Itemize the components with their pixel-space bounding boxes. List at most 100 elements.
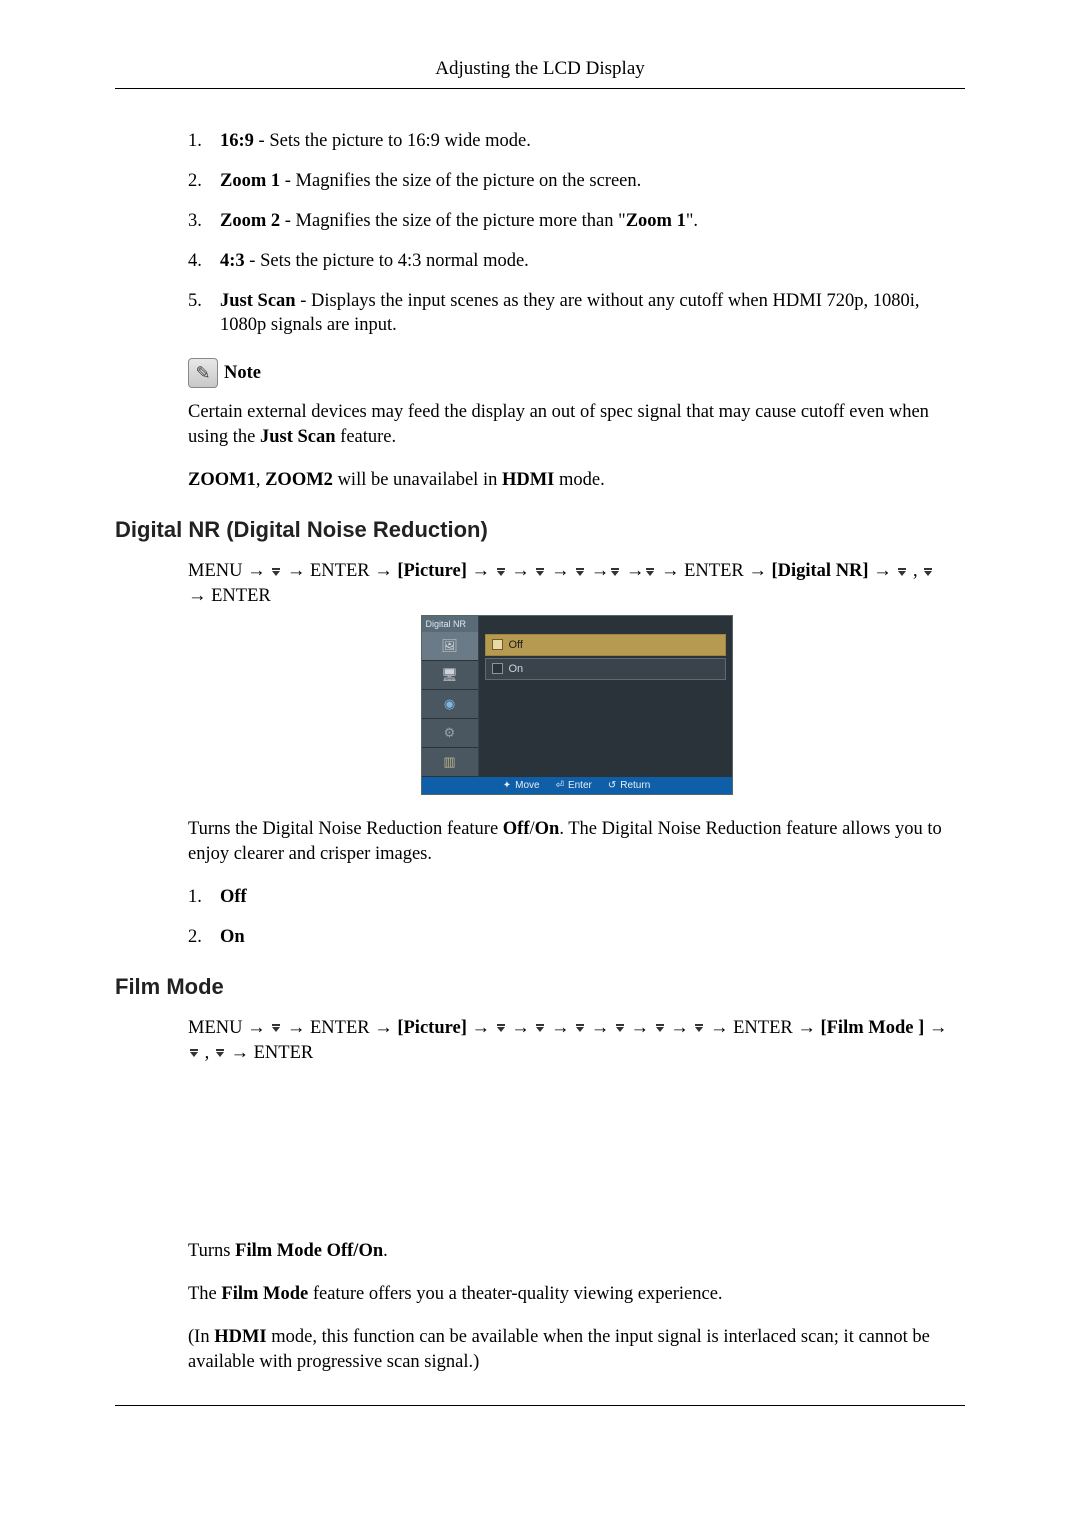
down-icon — [495, 567, 507, 577]
osd-sidebar-item-input: 🖥 — [422, 661, 478, 690]
nav-text: → — [869, 561, 897, 581]
text: feature offers you a theater-quality vie… — [308, 1284, 722, 1304]
heading-text: Film Mode — [115, 972, 224, 1002]
nav-text: → ENTER → — [705, 1018, 820, 1038]
item-number: 1. — [188, 129, 220, 154]
nav-bold: [Digital NR] — [771, 561, 868, 581]
item-body: On — [220, 925, 965, 950]
item-desc: - Sets the picture to 16:9 wide mode. — [254, 131, 531, 151]
nav-text: MENU → — [188, 561, 270, 581]
text: mode, this function can be available whe… — [188, 1327, 930, 1372]
digital-nr-nav-path: MENU → → ENTER → [Picture] → → → → → → E… — [188, 559, 965, 609]
note-paragraph-1: Certain external devices may feed the di… — [188, 400, 965, 450]
text: (In — [188, 1327, 214, 1347]
item-number: 5. — [188, 289, 220, 339]
osd-sidebar-item-sound: ◉ — [422, 690, 478, 719]
item-number: 2. — [188, 169, 220, 194]
nav-text: , — [200, 1043, 214, 1063]
film-mode-line2: The Film Mode feature offers you a theat… — [188, 1282, 965, 1307]
text-bold: Film Mode Off/On — [235, 1241, 383, 1261]
nav-text: → ENTER → — [282, 561, 397, 581]
osd-footer-return: ↺ Return — [608, 779, 650, 793]
film-mode-line1: Turns Film Mode Off/On. — [188, 1239, 965, 1264]
nav-text: → — [467, 1018, 495, 1038]
text: Move — [515, 779, 539, 793]
availability-badge-icon: A — [496, 520, 516, 540]
digital-nr-options-list: 1. Off 2. On — [188, 885, 965, 950]
item-label: 16:9 — [220, 131, 254, 151]
nav-bold: [Picture] — [397, 561, 467, 581]
list-item: 2. Zoom 1 - Magnifies the size of the pi… — [188, 169, 965, 194]
text: mode. — [554, 470, 604, 490]
digital-nr-desc: Turns the Digital Noise Reduction featur… — [188, 817, 965, 867]
text: The — [188, 1284, 221, 1304]
down-icon — [609, 567, 621, 577]
item-label: On — [220, 927, 245, 947]
down-icon — [574, 1023, 586, 1033]
list-item: 3. Zoom 2 - Magnifies the size of the pi… — [188, 209, 965, 234]
osd-option-off: Off — [485, 634, 726, 656]
osd-option-on: On — [485, 658, 726, 680]
picture-size-list: 1. 16:9 - Sets the picture to 16:9 wide … — [188, 129, 965, 339]
item-number: 3. — [188, 209, 220, 234]
text-bold: On — [535, 819, 560, 839]
item-body: Off — [220, 885, 965, 910]
down-icon — [188, 1048, 200, 1058]
item-label: Off — [220, 887, 247, 907]
nav-text: → — [924, 1018, 947, 1038]
radio-icon — [492, 639, 503, 650]
text: . — [383, 1241, 388, 1261]
text-bold: Film Mode — [221, 1284, 308, 1304]
down-icon — [654, 1023, 666, 1033]
nav-text: , — [908, 561, 922, 581]
item-label: Zoom 2 — [220, 211, 280, 231]
item-number: 1. — [188, 885, 220, 910]
osd-sidebar: Digital NR 🖼 🖥 ◉ ⚙ ▥ — [422, 616, 479, 777]
item-body: Zoom 2 - Magnifies the size of the pictu… — [220, 209, 965, 234]
note-header: ✎ Note — [188, 358, 965, 388]
down-icon — [495, 1023, 507, 1033]
nav-text: → ENTER → — [282, 1018, 397, 1038]
item-desc-pre: - Magnifies the size of the picture more… — [280, 211, 626, 231]
osd-sidebar-item-setup: ⚙ — [422, 719, 478, 748]
item-desc: - Magnifies the size of the picture on t… — [280, 171, 641, 191]
page-header-title: Adjusting the LCD Display — [115, 56, 965, 82]
list-item: 2. On — [188, 925, 965, 950]
down-icon — [270, 567, 282, 577]
footer-rule — [115, 1405, 965, 1406]
item-number: 4. — [188, 249, 220, 274]
item-desc: - Sets the picture to 4:3 normal mode. — [245, 251, 529, 271]
down-icon — [534, 567, 546, 577]
down-icon — [644, 567, 656, 577]
down-icon — [896, 567, 908, 577]
text-bold: HDMI — [214, 1327, 266, 1347]
list-item: 1. 16:9 - Sets the picture to 16:9 wide … — [188, 129, 965, 154]
header-rule — [115, 88, 965, 89]
nav-text: → — [467, 561, 495, 581]
text: Enter — [568, 779, 592, 793]
nav-text: → ENTER → — [656, 561, 771, 581]
text: Turns the Digital Noise Reduction featur… — [188, 819, 503, 839]
item-desc-bold: Zoom 1 — [626, 211, 686, 231]
item-body: 16:9 - Sets the picture to 16:9 wide mod… — [220, 129, 965, 154]
osd-placeholder-gap — [188, 1071, 965, 1239]
nav-text: → ENTER — [188, 586, 271, 606]
item-label: Just Scan — [220, 291, 296, 311]
item-label: Zoom 1 — [220, 171, 280, 191]
nav-bold: [Film Mode ] — [820, 1018, 924, 1038]
list-item: 5. Just Scan - Displays the input scenes… — [188, 289, 965, 339]
list-item: 1. Off — [188, 885, 965, 910]
nav-bold: [Picture] — [397, 1018, 467, 1038]
nav-text: → ENTER — [226, 1043, 313, 1063]
osd-option-label: On — [509, 662, 524, 677]
note-pencil-icon: ✎ — [188, 358, 218, 388]
note-label: Note — [224, 361, 261, 386]
section-heading-film-mode: Film Mode A — [115, 972, 965, 1002]
heading-text: Digital NR (Digital Noise Reduction) — [115, 515, 488, 545]
item-number: 2. — [188, 925, 220, 950]
item-body: 4:3 - Sets the picture to 4:3 normal mod… — [220, 249, 965, 274]
nav-text: MENU → — [188, 1018, 270, 1038]
film-mode-line3: (In HDMI mode, this function can be avai… — [188, 1325, 965, 1375]
text: feature. — [336, 427, 397, 447]
section-heading-digital-nr: Digital NR (Digital Noise Reduction) A — [115, 515, 965, 545]
